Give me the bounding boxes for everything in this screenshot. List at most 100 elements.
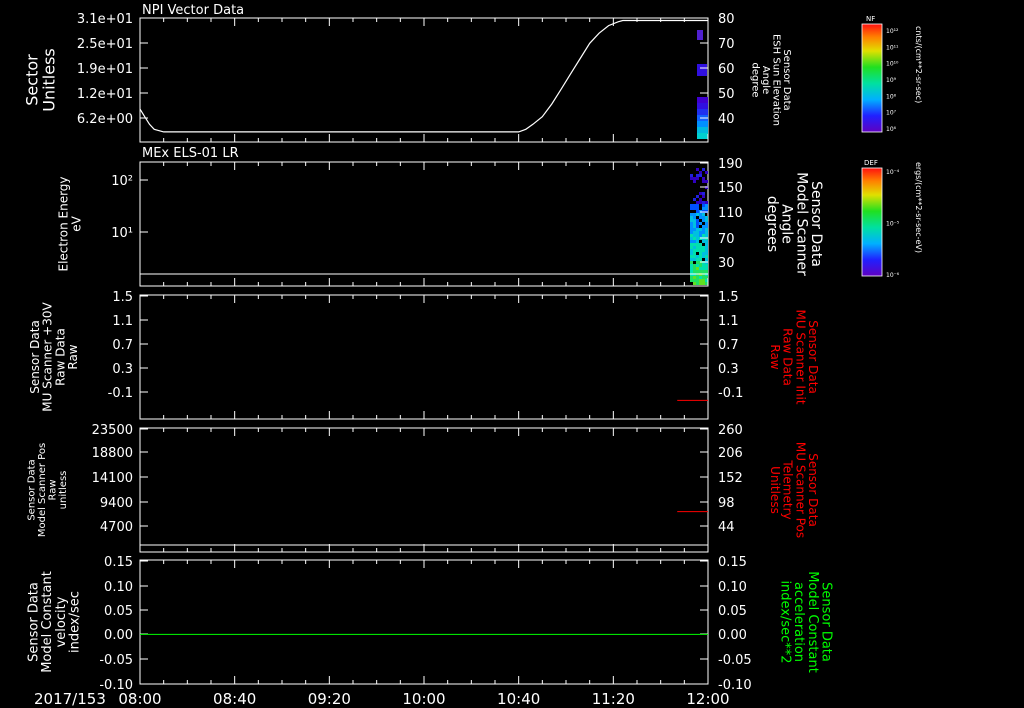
heatmap-cell (696, 222, 699, 225)
y-tick-label: 0.05 (104, 604, 133, 619)
heatmap-cell (696, 249, 699, 252)
heatmap-cell (705, 228, 708, 231)
heatmap-cell (693, 267, 696, 270)
heatmap-cell (699, 279, 702, 282)
y-tick-label-right: 260 (718, 423, 743, 438)
strip-cell (697, 97, 708, 103)
y-tick-label: 18800 (92, 446, 133, 461)
heatmap-cell (705, 231, 708, 234)
heatmap-cell (690, 240, 693, 243)
y-tick-label: 0.15 (104, 555, 133, 570)
heatmap-cell (690, 267, 693, 270)
heatmap-cell (690, 207, 693, 210)
y-tick-label-right: 190 (718, 157, 743, 172)
y-axis-label-right: Sensor Data (808, 181, 824, 267)
y-tick-label: 1.1 (112, 314, 133, 329)
panel-4-frame (139, 427, 709, 553)
heatmap-cell (696, 264, 699, 267)
panel-1-title: NPI Vector Data (142, 3, 244, 18)
y-tick-label: 2.5e+01 (77, 37, 133, 52)
heatmap-cell (696, 210, 699, 213)
y-tick-label: 1.5 (112, 290, 133, 305)
y-tick-label: 4700 (100, 520, 133, 535)
x-tick-label: 09:20 (308, 690, 351, 708)
heatmap-cell (693, 231, 696, 234)
heatmap-cell (693, 228, 696, 231)
heatmap-cell (705, 249, 708, 252)
heatmap-cell (702, 228, 705, 231)
y-tick-label-right: 150 (718, 181, 743, 196)
heatmap-cell (693, 243, 696, 246)
heatmap-cell (702, 276, 705, 279)
colorbar-nf-tick: 10⁶ (886, 126, 897, 133)
heatmap-cell (690, 276, 693, 279)
panel-2-title: MEx ELS-01 LR (142, 146, 239, 161)
heatmap-cell (690, 177, 693, 180)
colorbar-def-tick: 10⁻⁶ (886, 272, 900, 279)
y-axis-label-right: Unitless (768, 466, 782, 514)
y-axis-label-right: degree (749, 62, 760, 97)
heatmap-cell (693, 204, 696, 207)
y-tick-label: 0.00 (104, 628, 133, 643)
heatmap-cell (699, 231, 702, 234)
heatmap-cell (699, 198, 702, 201)
heatmap-cell (705, 222, 708, 225)
y-tick-label: 14100 (92, 471, 133, 486)
heatmap-cell (699, 267, 702, 270)
y-tick-label-right: 98 (718, 496, 735, 511)
panel-5-frame (139, 559, 709, 685)
y-tick-label-right: 0.15 (718, 555, 747, 570)
heatmap-cell (690, 252, 693, 255)
heatmap-cell (693, 207, 696, 210)
heatmap-cell (690, 255, 693, 258)
heatmap-cell (702, 207, 705, 210)
strip-cell (697, 30, 703, 40)
heatmap-cell (693, 237, 696, 240)
heatmap-cell (693, 282, 696, 285)
x-tick-label: 08:40 (213, 690, 256, 708)
heatmap-cell (696, 204, 699, 207)
colorbar-def: DEF ergs/(cm**2-sr-sec-eV) (861, 159, 923, 277)
y-tick-label-right: 1.5 (718, 290, 739, 305)
y-tick-label: 1.9e+01 (77, 62, 133, 77)
heatmap-cell (699, 192, 702, 195)
y-tick-label-right: 1.1 (718, 314, 739, 329)
x-tick-label: 10:40 (497, 690, 540, 708)
heatmap-cell (690, 222, 693, 225)
heatmap-cell (699, 252, 702, 255)
heatmap-cell (696, 270, 699, 273)
colorbar-nf-tick: 10⁹ (886, 77, 897, 84)
heatmap-cell (696, 174, 699, 177)
heatmap-cell (690, 270, 693, 273)
heatmap-cell (705, 171, 708, 174)
y-tick-label-right: 0.7 (718, 338, 739, 353)
heatmap-cell (705, 267, 708, 270)
heatmap-cell (702, 216, 705, 219)
colorbar-nf-tick: 10¹² (886, 28, 899, 35)
heatmap-cell (690, 231, 693, 234)
heatmap-cell (699, 228, 702, 231)
strip-cell (697, 121, 708, 127)
heatmap-cell (696, 213, 699, 216)
colorbar-tick-labels: 10¹² 10¹¹ 10¹⁰ 10⁹ 10⁸ 10⁷ 10⁶ 10⁻⁴ 10⁻⁵ 10⁻⁶ (886, 28, 900, 279)
heatmap-cell (693, 276, 696, 279)
y-axis-label: Raw (47, 479, 58, 500)
heatmap-cell (690, 264, 693, 267)
heatmap-cell (702, 192, 705, 195)
heatmap-cell (705, 264, 708, 267)
y-tick-label: 1.2e+01 (77, 87, 133, 102)
y-tick-label-right: -0.05 (718, 653, 752, 668)
y-axis-label-right: Raw (768, 344, 782, 369)
heatmap-cell (699, 222, 702, 225)
colorbar-def-tick: 10⁻⁴ (886, 169, 900, 176)
heatmap-cell (690, 237, 693, 240)
heatmap-cell (693, 216, 696, 219)
heatmap-cell (705, 204, 708, 207)
heatmap-cell (702, 246, 705, 249)
y-axis-label-right: index/sec**2 (778, 580, 793, 663)
heatmap-cell (696, 282, 699, 285)
heatmap-cell (696, 207, 699, 210)
y-tick-label: -0.1 (108, 386, 133, 401)
heatmap-cell (702, 249, 705, 252)
heatmap-cell (699, 282, 702, 285)
